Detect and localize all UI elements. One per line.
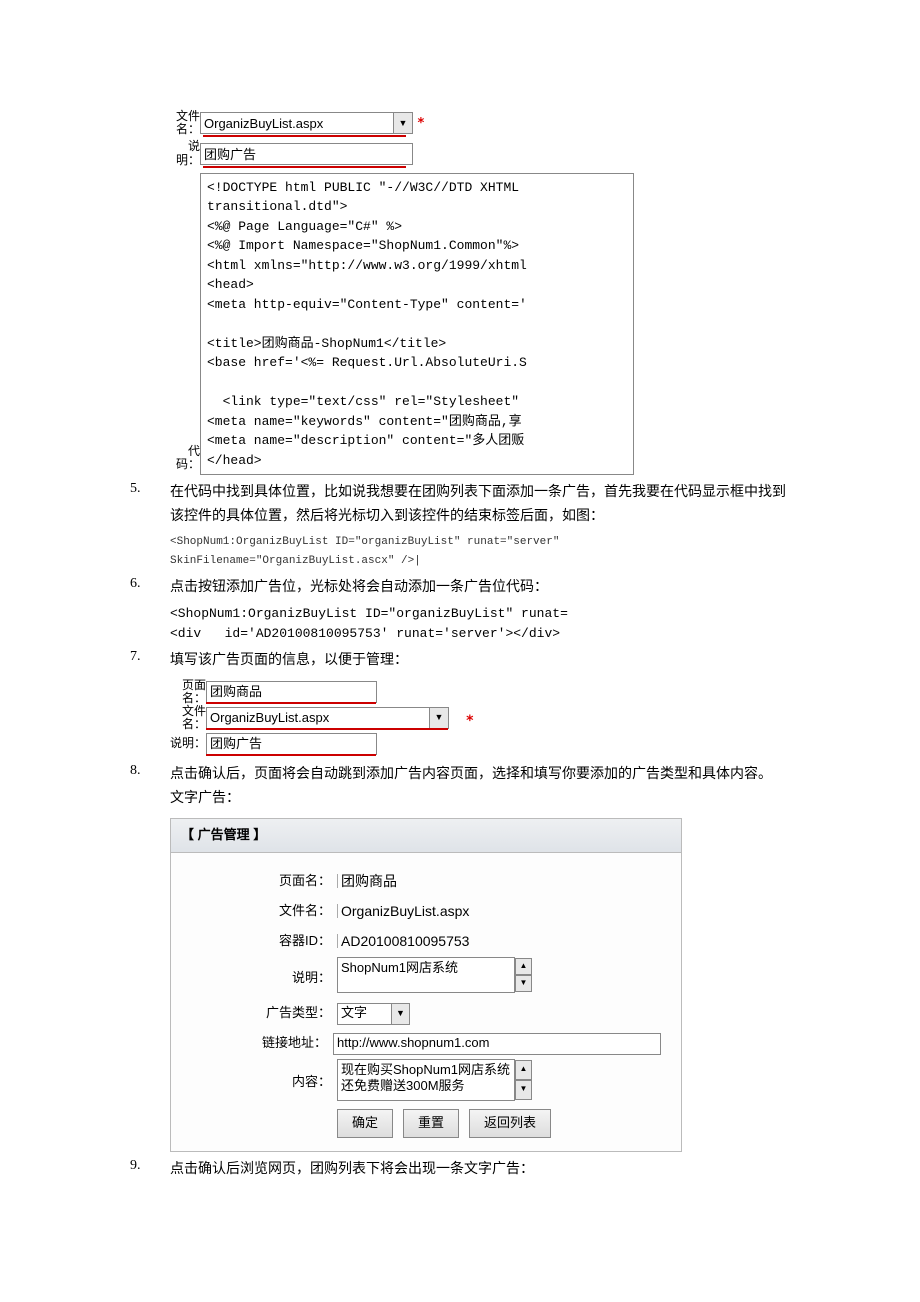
mgmt-filename-label: 文件名： <box>191 900 337 922</box>
item6-code: <ShopNum1:OrganizBuyList ID="organizBuyL… <box>170 604 790 643</box>
mgmt-adtype-label: 广告类型： <box>191 1002 337 1024</box>
item5-code: <ShopNum1:OrganizBuyList ID="organizBuyL… <box>170 533 790 570</box>
mgmt-adtype-select[interactable]: 文字 ▼ <box>337 1003 410 1025</box>
chevron-down-icon[interactable]: ▼ <box>391 1004 409 1024</box>
mgmt-desc-value: ShopNum1网店系统 <box>341 960 458 975</box>
mgmt-pagename-label: 页面名： <box>191 870 337 892</box>
scroll-down-icon[interactable]: ▼ <box>515 975 532 992</box>
mgmt-link-input[interactable]: http://www.shopnum1.com <box>333 1033 661 1055</box>
desc-value: 团购广告 <box>204 144 256 163</box>
scroll-up-icon[interactable]: ▲ <box>515 1060 532 1080</box>
scroll-down-icon[interactable]: ▼ <box>515 1080 532 1100</box>
desc-value2: 团购广告 <box>210 733 262 755</box>
code-textarea[interactable]: <!DOCTYPE html PUBLIC "-//W3C//DTD XHTML… <box>200 173 634 476</box>
code-label: 代码： <box>170 445 200 471</box>
list-number: 5. <box>130 481 170 570</box>
top-form: 文件名： OrganizBuyList.aspx ▼ * 说明： 团购广告 代码… <box>170 110 640 475</box>
item6-text: 点击按钮添加广告位，光标处将会自动添加一条广告位代码： <box>170 580 548 595</box>
page-name-input[interactable]: 团购商品 <box>206 681 377 703</box>
required-star-icon: * <box>417 116 425 131</box>
page-name-label: 页面名： <box>170 679 206 705</box>
mgmt-adtype-value: 文字 <box>341 1002 367 1024</box>
mgmt-desc-label: 说明： <box>191 957 337 989</box>
mgmt-content-value: 现在购买ShopNum1网店系统还免费赠送300M服务 <box>341 1062 510 1094</box>
list-number: 6. <box>130 576 170 643</box>
item8-text: 点击确认后，页面将会自动跳到添加广告内容页面，选择和填写你要添加的广告类型和具体… <box>170 767 772 782</box>
mgmt-link-value: http://www.shopnum1.com <box>337 1032 489 1054</box>
file-name-select[interactable]: OrganizBuyList.aspx ▼ <box>206 707 449 729</box>
desc-input2[interactable]: 团购广告 <box>206 733 377 755</box>
back-button[interactable]: 返回列表 <box>469 1109 551 1137</box>
item8-text2: 文字广告： <box>170 791 240 806</box>
page-name-value: 团购商品 <box>210 681 262 703</box>
mgmt-link-label: 链接地址： <box>191 1032 333 1054</box>
desc-label: 说明： <box>170 140 200 166</box>
chevron-down-icon[interactable]: ▼ <box>393 113 412 133</box>
list-number: 7. <box>130 649 170 757</box>
reset-button[interactable]: 重置 <box>403 1109 459 1137</box>
desc-input[interactable]: 团购广告 <box>200 143 413 165</box>
list-number: 9. <box>130 1158 170 1182</box>
required-star-icon: * <box>466 710 474 734</box>
mgmt-content-label: 内容： <box>191 1059 337 1093</box>
filename-label: 文件名： <box>170 110 200 136</box>
item9-text: 点击确认后浏览网页，团购列表下将会出现一条文字广告： <box>170 1162 534 1177</box>
desc-label2: 说明： <box>170 737 206 750</box>
filename-select[interactable]: OrganizBuyList.aspx ▼ <box>200 112 413 134</box>
code-lines: <!DOCTYPE html PUBLIC "-//W3C//DTD XHTML… <box>207 180 527 468</box>
item7-text: 填写该广告页面的信息，以便于管理： <box>170 653 408 668</box>
mgmt-containerid-label: 容器ID： <box>191 930 337 952</box>
mgmt-desc-textarea[interactable]: ShopNum1网店系统 ▲ ▼ <box>337 957 515 993</box>
scroll-up-icon[interactable]: ▲ <box>515 958 532 975</box>
ad-management-panel: 【 广告管理 】 页面名： 团购商品 文件名： OrganizBuyList.a… <box>170 818 682 1151</box>
list-number: 8. <box>130 763 170 1152</box>
chevron-down-icon[interactable]: ▼ <box>429 708 448 728</box>
filename-value: OrganizBuyList.aspx <box>204 116 323 131</box>
item7-form: 页面名： 团购商品 文件名： OrganizBuyList.aspx ▼ <box>170 679 460 757</box>
item5-text: 在代码中找到具体位置，比如说我想要在团购列表下面添加一条广告，首先我要在代码显示… <box>170 485 786 524</box>
file-name-label: 文件名： <box>170 705 206 731</box>
panel-title: 【 广告管理 】 <box>171 819 681 852</box>
mgmt-content-textarea[interactable]: 现在购买ShopNum1网店系统还免费赠送300M服务 ▲ ▼ <box>337 1059 515 1101</box>
mgmt-filename-value: OrganizBuyList.aspx <box>341 900 469 924</box>
mgmt-pagename-value: 团购商品 <box>341 870 397 894</box>
mgmt-containerid-value: AD20100810095753 <box>341 930 469 954</box>
ok-button[interactable]: 确定 <box>337 1109 393 1137</box>
file-name-value: OrganizBuyList.aspx <box>210 707 329 729</box>
